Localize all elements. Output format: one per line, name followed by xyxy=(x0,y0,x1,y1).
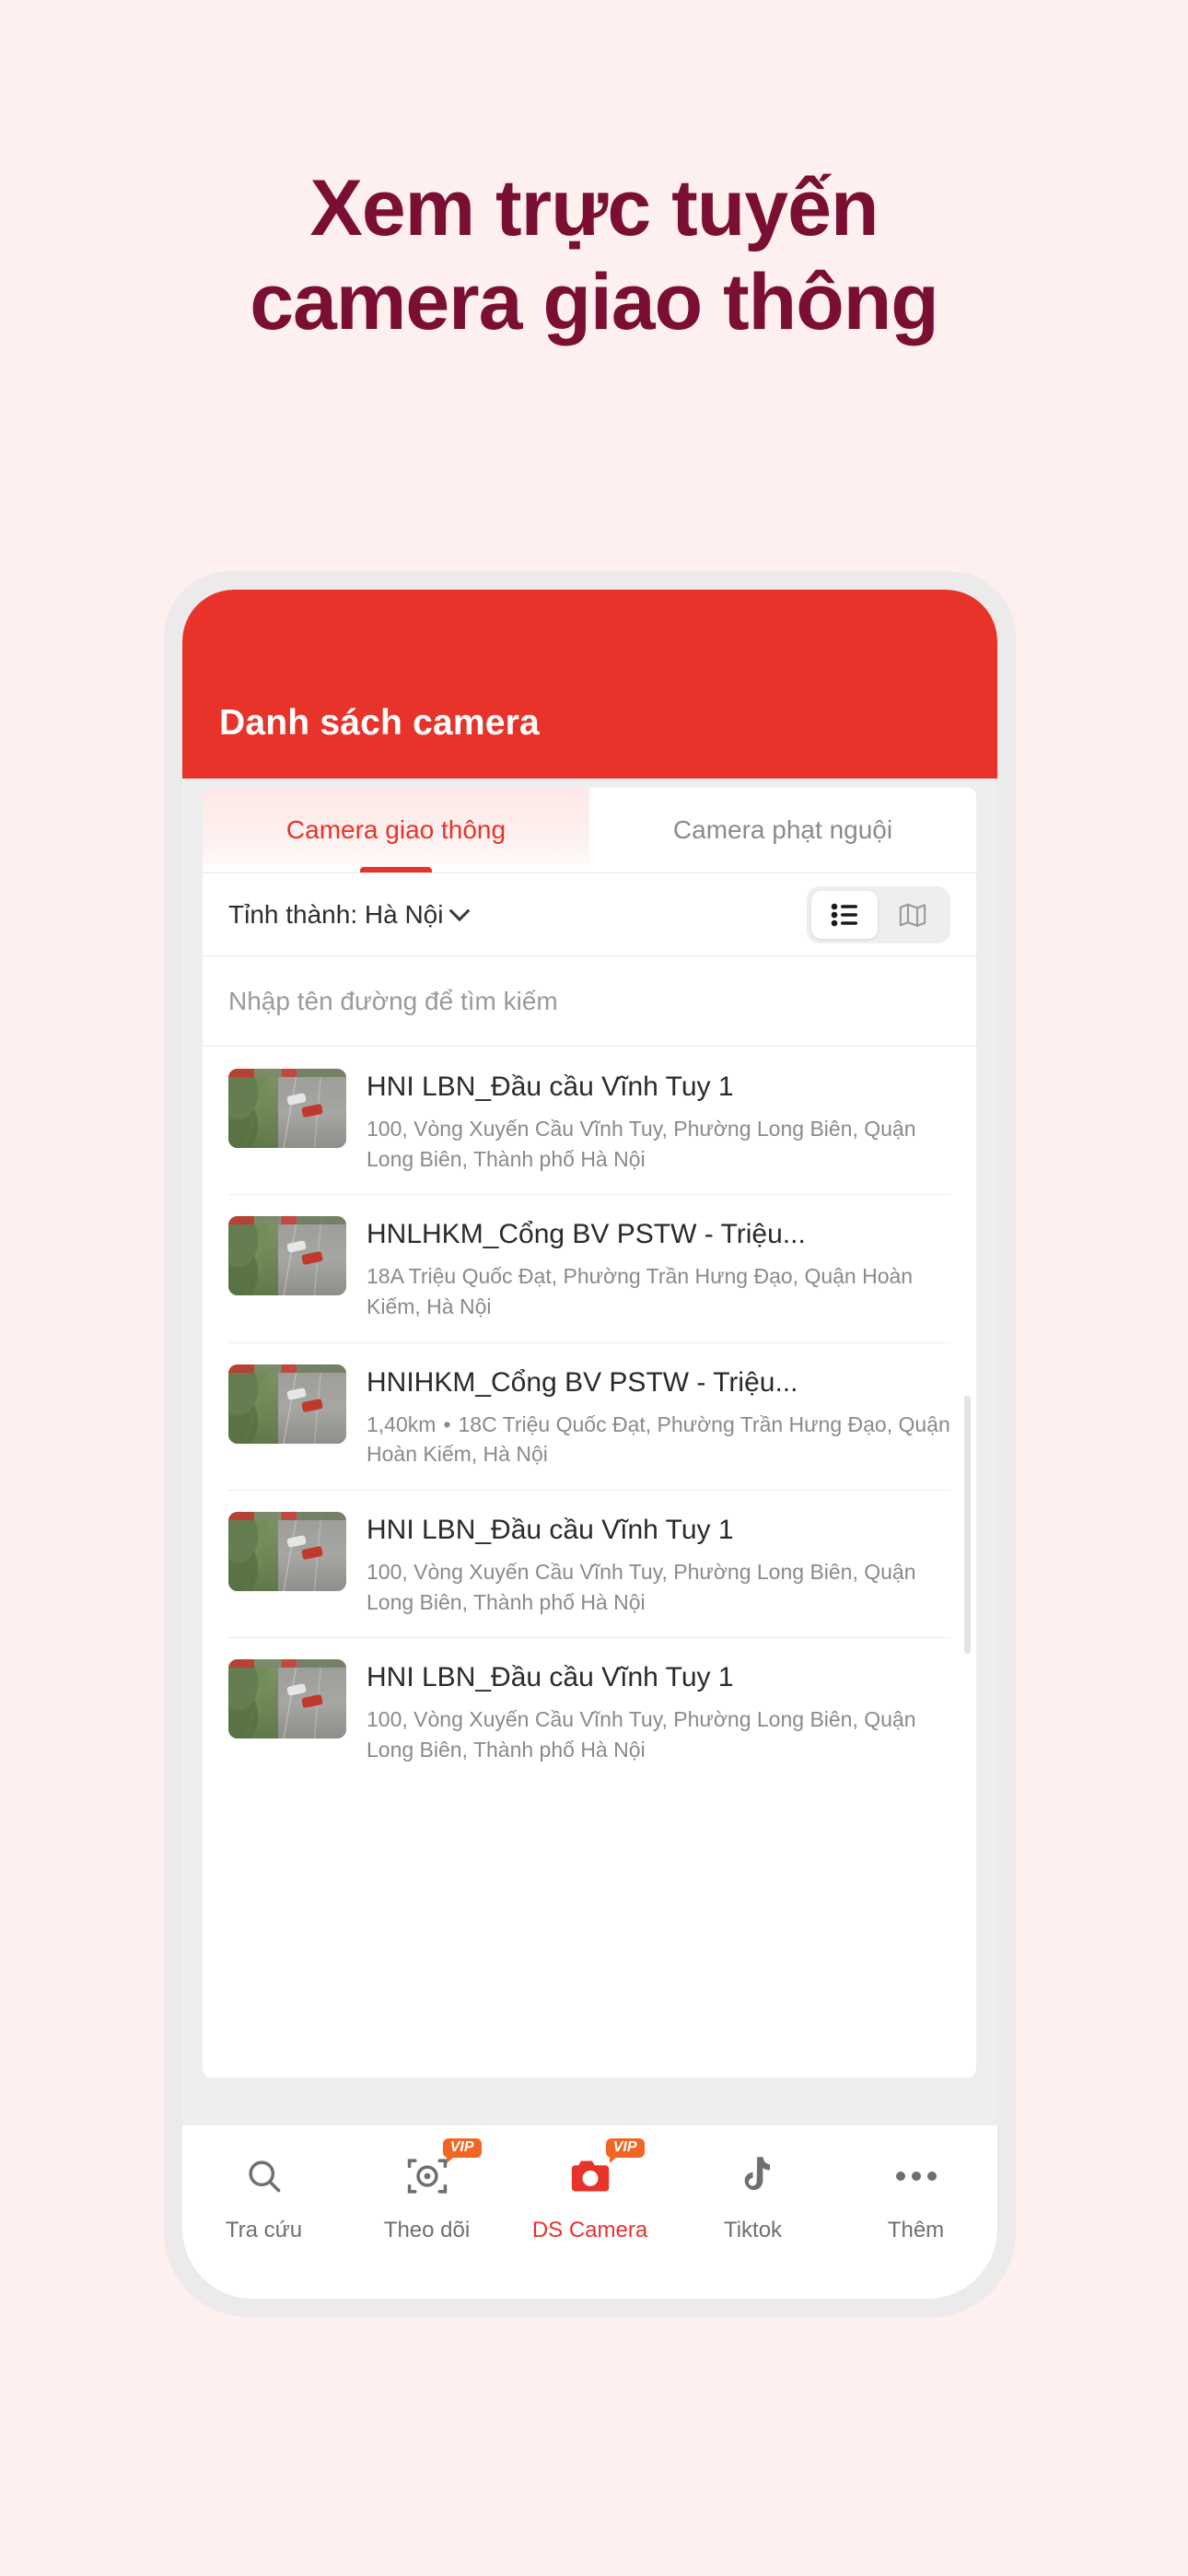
list-item[interactable]: HNI LBN_Đầu cầu Vĩnh Tuy 1 100, Vòng Xuy… xyxy=(203,1489,976,1637)
vip-badge: VIP xyxy=(442,2138,482,2163)
list-scrollbar[interactable] xyxy=(964,1396,971,1654)
tab-label: Camera phạt nguội xyxy=(672,815,893,844)
headline-line-2: camera giao thông xyxy=(250,258,939,346)
tab-label: Camera giao thông xyxy=(285,815,507,844)
bottom-navigation: Tra cứu VIP Theo dõi VIP DS Camera Tikto… xyxy=(182,2125,997,2299)
camera-address-text: 100, Vòng Xuyến Cầu Vĩnh Tuy, Phường Lon… xyxy=(367,1707,916,1762)
tab-camera-giao-thong[interactable]: Camera giao thông xyxy=(203,788,589,872)
map-view-icon xyxy=(899,903,926,927)
tiktok-icon xyxy=(727,2149,780,2203)
camera-distance: 1,40km xyxy=(367,1411,437,1436)
camera-title: HNI LBN_Đầu cầu Vĩnh Tuy 1 xyxy=(367,1514,734,1545)
camera-thumbnail xyxy=(228,1069,346,1148)
nav-label: Theo dõi xyxy=(383,2218,471,2242)
camera-list-card: Camera giao thông Camera phạt nguội Tỉnh… xyxy=(203,788,976,2078)
camera-title: HNI LBN_Đầu cầu Vĩnh Tuy 1 xyxy=(367,1071,734,1102)
camera-scan-icon: VIP xyxy=(401,2138,482,2203)
camera-address: 100, Vòng Xuyến Cầu Vĩnh Tuy, Phường Lon… xyxy=(367,1704,950,1764)
nav-label: Tiktok xyxy=(723,2218,783,2242)
camera-thumbnail xyxy=(228,1511,346,1591)
app-content: Camera giao thông Camera phạt nguội Tỉnh… xyxy=(182,779,997,2299)
nav-label: Tra cứu xyxy=(225,2218,303,2242)
camera-title: HNI LBN_Đầu cầu Vĩnh Tuy 1 xyxy=(367,1662,734,1693)
camera-address-text: 18A Triệu Quốc Đạt, Phường Trần Hưng Đạo… xyxy=(367,1264,914,1318)
camera-address-text: 100, Vòng Xuyến Cầu Vĩnh Tuy, Phường Lon… xyxy=(367,1559,916,1614)
page-title: Xem trực tuyến camera giao thông xyxy=(0,161,1188,349)
list-item[interactable]: HNI LBN_Đầu cầu Vĩnh Tuy 1 100, Vòng Xuy… xyxy=(203,1637,976,1785)
camera-address-text: 100, Vòng Xuyến Cầu Vĩnh Tuy, Phường Lon… xyxy=(367,1117,916,1171)
phone-screen: Danh sách camera Camera giao thông Camer… xyxy=(182,590,997,2299)
camera-thumbnail xyxy=(228,1659,346,1739)
headline-line-1: Xem trực tuyến xyxy=(309,164,879,252)
nav-label: Thêm xyxy=(887,2218,945,2242)
tab-bar: Camera giao thông Camera phạt nguội xyxy=(203,788,976,872)
nav-item-ds-camera[interactable]: VIP DS Camera xyxy=(508,2138,671,2243)
tab-active-indicator xyxy=(360,867,432,872)
search-icon xyxy=(238,2149,291,2203)
province-selector[interactable]: Tỉnh thành: Hà Nội xyxy=(228,899,471,930)
list-item[interactable]: HNIHKM_Cổng BV PSTW - Triệu... 1,40km • 18… xyxy=(203,1341,976,1490)
camera-address: 100, Vòng Xuyến Cầu Vĩnh Tuy, Phường Lon… xyxy=(367,1557,950,1617)
app-header-title: Danh sách camera xyxy=(219,703,540,743)
tab-camera-phat-nguoi[interactable]: Camera phạt nguội xyxy=(589,788,976,872)
camera-address: 18A Triệu Quốc Đạt, Phường Trần Hưng Đạo… xyxy=(367,1261,950,1321)
list-view-button[interactable] xyxy=(811,890,878,939)
camera-icon: VIP xyxy=(564,2138,645,2203)
nav-item-tiktok[interactable]: Tiktok xyxy=(671,2149,834,2243)
app-header: Danh sách camera xyxy=(182,590,997,779)
camera-address: 100, Vòng Xuyến Cầu Vĩnh Tuy, Phường Lon… xyxy=(367,1114,950,1174)
nav-item-tra-cuu[interactable]: Tra cứu xyxy=(182,2149,345,2243)
camera-title: HNLHKM_Cổng BV PSTW - Triệu... xyxy=(367,1219,806,1250)
camera-thumbnail xyxy=(228,1216,346,1296)
separator-dot: • xyxy=(443,1411,451,1436)
list-view-icon xyxy=(831,903,857,926)
view-mode-toggle xyxy=(807,885,950,943)
camera-title: HNIHKM_Cổng BV PSTW - Triệu... xyxy=(367,1366,798,1398)
camera-list: HNI LBN_Đầu cầu Vĩnh Tuy 1 100, Vòng Xuy… xyxy=(203,1047,976,1786)
vip-badge: VIP xyxy=(605,2138,645,2163)
camera-thumbnail xyxy=(228,1364,346,1444)
nav-label: DS Camera xyxy=(531,2218,648,2242)
list-item[interactable]: HNI LBN_Đầu cầu Vĩnh Tuy 1 100, Vòng Xuy… xyxy=(203,1047,976,1194)
list-item[interactable]: HNLHKM_Cổng BV PSTW - Triệu... 18A Triệu… xyxy=(203,1194,976,1341)
search-input[interactable] xyxy=(228,986,950,1016)
search-row[interactable] xyxy=(203,956,976,1047)
province-label: Tỉnh thành: Hà Nội xyxy=(228,899,444,929)
nav-item-them[interactable]: Thêm xyxy=(834,2149,997,2243)
chevron-down-icon xyxy=(449,899,471,921)
nav-item-theo-doi[interactable]: VIP Theo dõi xyxy=(345,2138,508,2243)
more-dots-icon xyxy=(890,2149,943,2203)
filter-row: Tỉnh thành: Hà Nội xyxy=(203,873,976,956)
camera-address: 1,40km • 18C Triệu Quốc Đạt, Phường Trần H… xyxy=(367,1410,950,1469)
map-view-button[interactable] xyxy=(879,891,946,939)
